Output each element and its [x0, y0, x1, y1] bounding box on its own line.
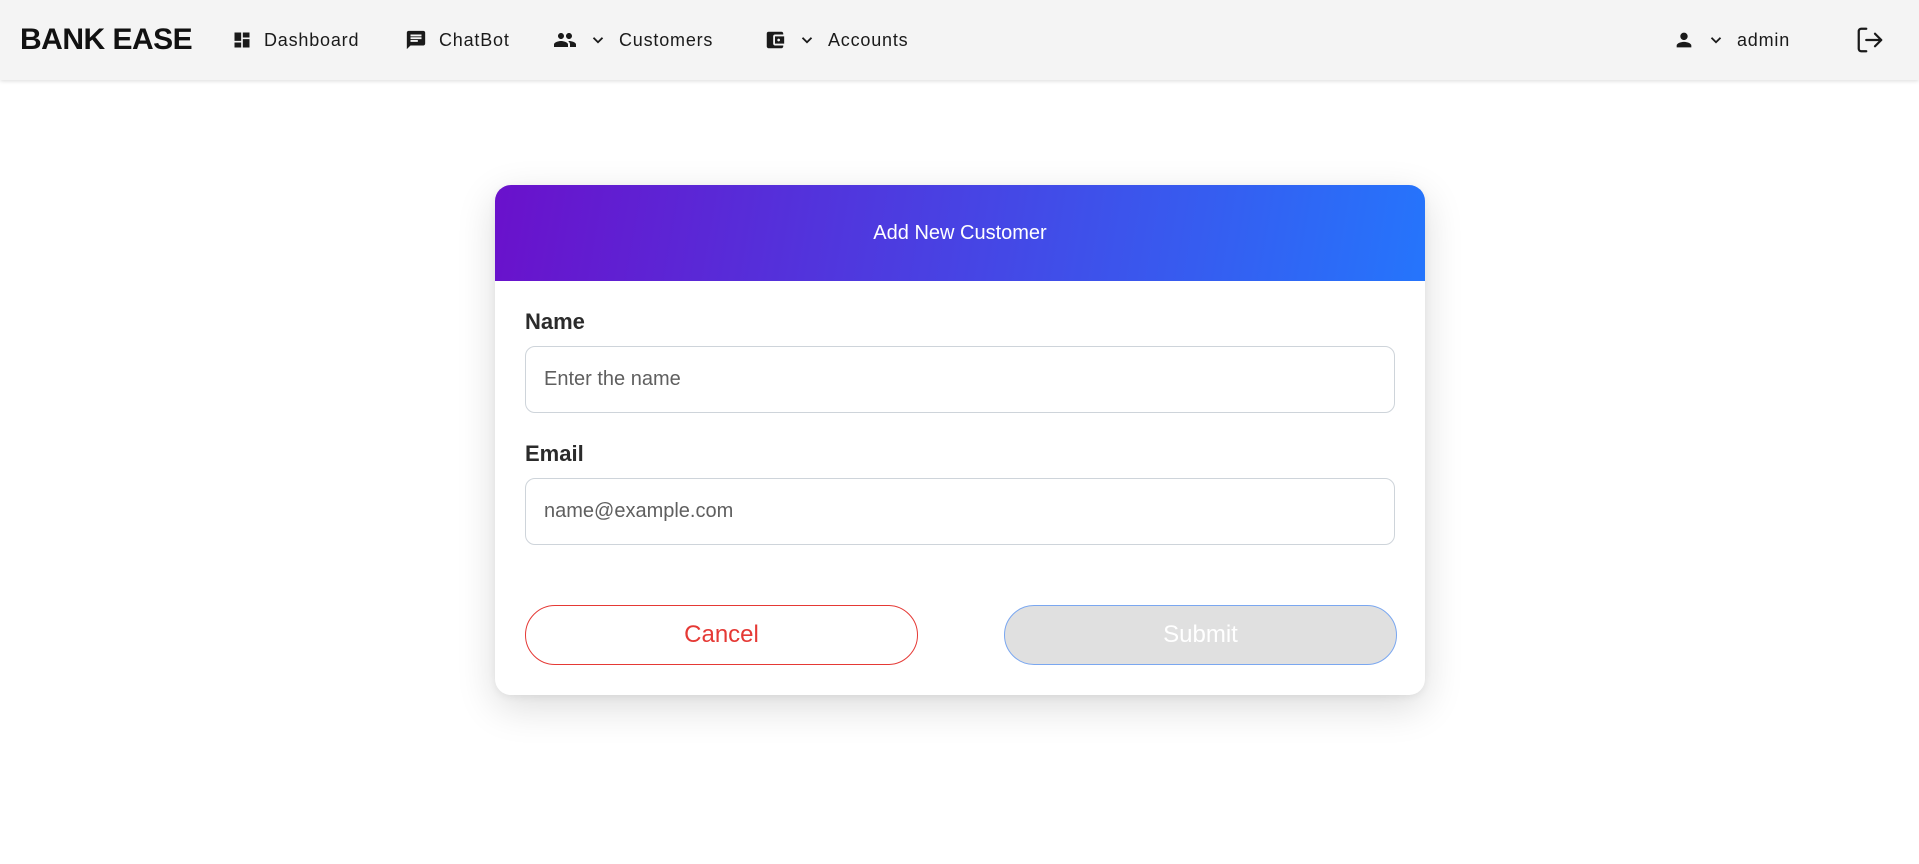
cancel-button[interactable]: Cancel — [525, 605, 918, 665]
form-title: Add New Customer — [873, 221, 1047, 244]
name-label: Name — [525, 309, 585, 334]
person-icon — [1673, 29, 1695, 51]
dashboard-icon — [232, 30, 252, 50]
top-navbar: BANK EASE Dashboard ChatBot Customers Ac… — [0, 0, 1919, 80]
nav-accounts-dropdown[interactable]: Accounts — [764, 25, 908, 55]
people-icon — [553, 28, 577, 52]
add-customer-card: Add New Customer Name Email Cancel Submi… — [495, 185, 1425, 695]
nav-dashboard[interactable]: Dashboard — [232, 25, 359, 55]
nav-chatbot[interactable]: ChatBot — [405, 25, 510, 55]
wallet-icon — [764, 29, 786, 51]
nav-chatbot-label: ChatBot — [439, 29, 510, 50]
chevron-down-icon — [798, 31, 816, 49]
user-menu-dropdown[interactable]: admin — [1673, 25, 1790, 55]
logout-icon — [1855, 27, 1885, 59]
email-input[interactable] — [525, 478, 1395, 545]
nav-customers-label: Customers — [619, 29, 714, 50]
nav-accounts-label: Accounts — [828, 29, 909, 50]
nav-dashboard-label: Dashboard — [264, 29, 360, 50]
chat-icon — [405, 29, 427, 51]
chevron-down-icon — [589, 31, 607, 49]
brand-logo[interactable]: BANK EASE — [20, 22, 193, 58]
card-header: Add New Customer — [495, 185, 1425, 281]
logout-button[interactable] — [1855, 25, 1885, 55]
chevron-down-icon — [1707, 31, 1725, 49]
submit-button[interactable]: Submit — [1004, 605, 1397, 665]
email-label: Email — [525, 441, 584, 466]
name-input[interactable] — [525, 346, 1395, 413]
user-name: admin — [1737, 29, 1791, 50]
nav-customers-dropdown[interactable]: Customers — [553, 25, 713, 55]
